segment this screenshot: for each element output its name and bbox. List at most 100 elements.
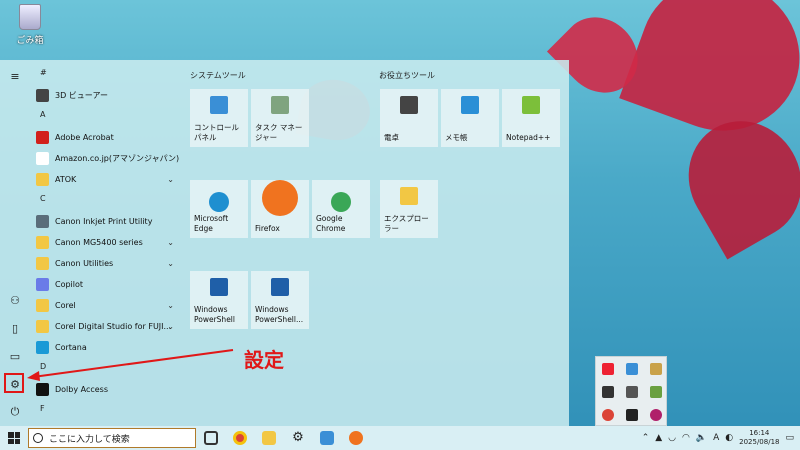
wifi-icon[interactable]: ◠: [682, 433, 690, 443]
chrome-taskbar-icon[interactable]: [233, 431, 247, 445]
documents-icon[interactable]: ▯: [7, 320, 23, 336]
task-manager-icon: [271, 96, 289, 114]
pictures-icon[interactable]: ▭: [7, 348, 23, 364]
app-list-item[interactable]: Canon Utilities ⌄: [36, 253, 180, 273]
tray-app-icon[interactable]: [626, 409, 638, 421]
clock[interactable]: 16:14 2025/08/18: [739, 429, 779, 447]
explorer-icon: [400, 187, 418, 205]
notification-icon[interactable]: ▭: [785, 433, 794, 443]
tile[interactable]: 電卓: [380, 89, 438, 147]
printer-icon: [36, 214, 49, 228]
tray-app-icon[interactable]: [626, 386, 638, 398]
chevron-down-icon: ⌄: [167, 237, 174, 247]
powershell-icon: [210, 278, 228, 296]
tray-app-icon[interactable]: [650, 409, 662, 421]
app-list-header[interactable]: C: [40, 194, 46, 203]
app-list-item[interactable]: Copilot: [36, 274, 180, 294]
copilot-icon: [36, 277, 49, 291]
desktop-wallpaper-petal: [667, 100, 800, 260]
tile-label: メモ帳: [445, 133, 468, 142]
file-explorer-taskbar-icon[interactable]: [262, 431, 276, 445]
tile-label: タスク マネージャー: [255, 123, 303, 142]
windows-start-icon[interactable]: [8, 432, 20, 444]
chevron-down-icon: ⌄: [167, 300, 174, 310]
tile[interactable]: Windows PowerShell...: [251, 271, 309, 329]
app-list-item[interactable]: Amazon.co.jp(アマゾンジャパン) :...: [36, 148, 180, 168]
annotation-arrow: [27, 349, 234, 381]
app-list-item[interactable]: Canon MG5400 series ⌄: [36, 232, 180, 252]
tile-label: Firefox: [255, 224, 280, 233]
app-list-item[interactable]: Canon Inkjet Print Utility: [36, 211, 180, 231]
folder-icon: [36, 235, 49, 249]
app-list-header[interactable]: #: [40, 68, 47, 77]
security-shield-icon[interactable]: [602, 386, 614, 398]
tile-label: Notepad++: [506, 133, 551, 142]
ime-indicator[interactable]: A: [713, 433, 719, 443]
app-label: Corel Digital Studio for FUJI...: [55, 321, 172, 331]
firefox-icon: [262, 180, 298, 216]
app-list-header[interactable]: F: [40, 404, 45, 413]
tile-label: Google Chrome: [316, 214, 346, 233]
app-label: ATOK: [55, 174, 77, 184]
settings-taskbar-icon[interactable]: ⚙: [291, 431, 305, 445]
app-list-item[interactable]: 3D ビューアー: [36, 85, 180, 105]
app-taskbar-icon[interactable]: [320, 431, 334, 445]
tile[interactable]: エクスプローラー: [380, 180, 438, 238]
search-icon: [33, 433, 43, 443]
hamburger-menu-icon[interactable]: ≡: [7, 68, 23, 84]
tray-app-icon[interactable]: [626, 363, 638, 375]
user-account-icon[interactable]: ⚇: [7, 292, 23, 308]
recycle-bin-desktop-icon[interactable]: ごみ箱: [8, 4, 52, 46]
tile[interactable]: Windows PowerShell: [190, 271, 248, 329]
app-list-item[interactable]: Adobe Acrobat: [36, 127, 180, 147]
tile[interactable]: コントロール パネル: [190, 89, 248, 147]
amazon-icon: [36, 151, 49, 165]
app-label: Copilot: [55, 279, 84, 289]
tile-label: 電卓: [384, 133, 399, 142]
chrome-icon: [331, 192, 351, 212]
app-label: Amazon.co.jp(アマゾンジャパン) :...: [55, 153, 180, 163]
group-title-system-tools: システムツール: [190, 71, 246, 80]
app-label: Adobe Acrobat: [55, 132, 114, 142]
folder-icon: [36, 172, 49, 186]
chevron-down-icon: ⌄: [167, 174, 174, 184]
tile[interactable]: Notepad++: [502, 89, 560, 147]
clock-time: 16:14: [749, 429, 770, 437]
tile[interactable]: Google Chrome: [312, 180, 370, 238]
recycle-bin-label: ごみ箱: [16, 36, 44, 46]
chrome-tray-icon[interactable]: [602, 409, 614, 421]
edge-icon: [209, 192, 229, 212]
app-list-header[interactable]: A: [40, 110, 45, 119]
app-label: Dolby Access: [55, 384, 109, 394]
folder-icon: [36, 256, 49, 270]
volume-icon[interactable]: [650, 363, 662, 375]
tray-app-icon[interactable]: [650, 386, 662, 398]
tile[interactable]: タスク マネージャー: [251, 89, 309, 147]
taskbar: ここに入力して検索 ⚙ ⌃ ▲ ◡ ◠ 🔈 A ◐ 16:14 2025/08/…: [0, 426, 800, 450]
system-tray: ⌃ ▲ ◡ ◠ 🔈 A ◐ 16:14 2025/08/18 ▭: [642, 426, 794, 450]
tile[interactable]: メモ帳: [441, 89, 499, 147]
tray-app-icon[interactable]: [602, 363, 614, 375]
app-list-item[interactable]: Corel ⌄: [36, 295, 180, 315]
chevron-up-icon[interactable]: ⌃: [642, 433, 650, 443]
app-list-item[interactable]: Corel Digital Studio for FUJI... ⌄: [36, 316, 180, 336]
app-label: Canon Inkjet Print Utility: [55, 216, 153, 226]
notepad-icon: [461, 96, 479, 114]
tile[interactable]: Microsoft Edge: [190, 180, 248, 238]
tile[interactable]: Firefox: [251, 180, 309, 238]
tray-app-icon[interactable]: ▲: [655, 433, 662, 443]
tile-label: Microsoft Edge: [194, 214, 229, 233]
tile-label: コントロール パネル: [194, 123, 239, 142]
security-icon[interactable]: ◐: [725, 433, 733, 443]
firefox-taskbar-icon[interactable]: [349, 431, 363, 445]
search-placeholder: ここに入力して検索: [49, 434, 130, 445]
power-icon[interactable]: ⏻: [7, 404, 23, 420]
acrobat-icon: [36, 130, 49, 144]
app-list-item[interactable]: ATOK ⌄: [36, 169, 180, 189]
taskbar-search-box[interactable]: ここに入力して検索: [28, 428, 196, 448]
task-view-icon[interactable]: [204, 431, 218, 445]
network-icon[interactable]: ◡: [668, 433, 676, 443]
clock-date: 2025/08/18: [739, 438, 780, 446]
chevron-down-icon: ⌄: [167, 258, 174, 268]
speaker-icon[interactable]: 🔈: [696, 433, 707, 443]
